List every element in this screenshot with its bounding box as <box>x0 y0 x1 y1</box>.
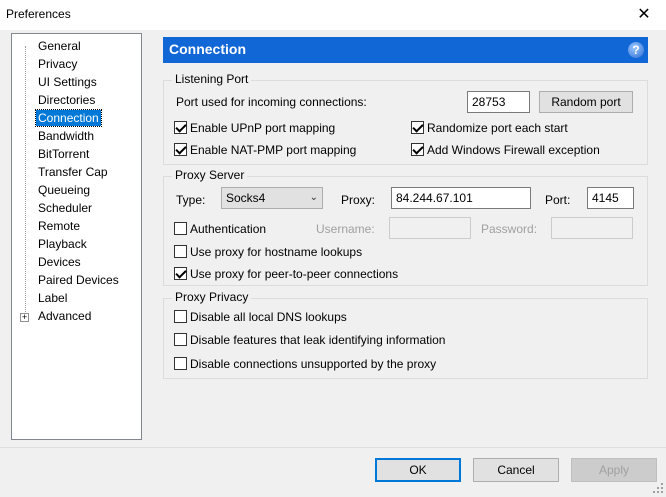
disable-unsupported-label: Disable connections unsupported by the p… <box>190 357 437 371</box>
incoming-port-label: Port used for incoming connections: <box>176 95 367 109</box>
tree-item-advanced[interactable]: Advanced <box>36 308 93 324</box>
expand-plus-icon[interactable]: + <box>20 313 29 322</box>
natpmp-label: Enable NAT-PMP port mapping <box>190 143 357 157</box>
random-port-button[interactable]: Random port <box>539 91 633 113</box>
window-title: Preferences <box>6 7 71 21</box>
upnp-label: Enable UPnP port mapping <box>190 121 336 135</box>
tree-item-remote[interactable]: Remote <box>36 218 82 234</box>
proxy-host-label: Proxy: <box>341 193 376 207</box>
proxy-type-value: Socks4 <box>226 191 266 205</box>
upnp-checkbox[interactable] <box>174 121 187 134</box>
help-icon[interactable]: ? <box>628 42 644 58</box>
hostname-lookups-checkbox[interactable] <box>174 245 187 258</box>
section-title: Connection <box>169 41 246 57</box>
tree-item-bandwidth[interactable]: Bandwidth <box>36 128 96 144</box>
password-input <box>551 217 633 239</box>
ok-button[interactable]: OK <box>375 458 461 482</box>
disable-leak-label: Disable features that leak identifying i… <box>190 333 446 347</box>
tree-guide-line <box>25 46 26 318</box>
username-label: Username: <box>316 222 375 236</box>
tree-item-queueing[interactable]: Queueing <box>36 182 92 198</box>
tree-item-label[interactable]: Label <box>36 290 69 306</box>
tree-item-privacy[interactable]: Privacy <box>36 56 79 72</box>
tree-item-directories[interactable]: Directories <box>36 92 97 108</box>
hostname-lookups-label: Use proxy for hostname lookups <box>190 245 363 259</box>
tree-item-ui-settings[interactable]: UI Settings <box>36 74 99 90</box>
dialog-footer <box>0 447 666 497</box>
authentication-label: Authentication <box>190 222 267 236</box>
firewall-label: Add Windows Firewall exception <box>427 143 600 157</box>
proxy-port-label: Port: <box>545 193 571 207</box>
incoming-port-input[interactable]: 28753 <box>467 91 530 113</box>
randomize-port-checkbox[interactable] <box>411 121 424 134</box>
tree-item-connection[interactable]: Connection <box>35 109 102 127</box>
category-tree[interactable]: General Privacy UI Settings Directories … <box>11 33 142 440</box>
peer-connections-checkbox[interactable] <box>174 267 187 280</box>
disable-leak-checkbox[interactable] <box>174 333 187 346</box>
tree-item-devices[interactable]: Devices <box>36 254 83 270</box>
apply-button[interactable]: Apply <box>571 458 657 482</box>
disable-dns-checkbox[interactable] <box>174 310 187 323</box>
resize-grip-icon[interactable] <box>652 482 664 494</box>
peer-connections-label: Use proxy for peer-to-peer connections <box>190 267 399 281</box>
authentication-checkbox[interactable] <box>174 222 187 235</box>
group-label-proxy-server: Proxy Server <box>172 168 248 182</box>
disable-unsupported-checkbox[interactable] <box>174 357 187 370</box>
password-label: Password: <box>481 222 538 236</box>
randomize-port-label: Randomize port each start <box>427 121 568 135</box>
tree-item-bittorrent[interactable]: BitTorrent <box>36 146 91 162</box>
title-bar: Preferences ✕ <box>0 0 666 30</box>
section-header: Connection ? <box>163 37 648 63</box>
proxy-type-label: Type: <box>176 193 206 207</box>
proxy-port-input[interactable]: 4145 <box>587 187 634 209</box>
close-icon[interactable]: ✕ <box>628 3 660 27</box>
cancel-button[interactable]: Cancel <box>473 458 559 482</box>
natpmp-checkbox[interactable] <box>174 143 187 156</box>
proxy-type-select[interactable]: Socks4 ⌄ <box>221 187 323 209</box>
tree-item-scheduler[interactable]: Scheduler <box>36 200 94 216</box>
group-label-listening-port: Listening Port <box>172 72 252 86</box>
group-label-proxy-privacy: Proxy Privacy <box>172 290 252 304</box>
disable-dns-label: Disable all local DNS lookups <box>190 310 347 324</box>
chevron-down-icon: ⌄ <box>309 192 318 203</box>
username-input <box>389 217 471 239</box>
proxy-host-input[interactable]: 84.244.67.101 <box>391 187 531 209</box>
tree-item-paired-devices[interactable]: Paired Devices <box>36 272 121 288</box>
tree-item-general[interactable]: General <box>36 38 83 54</box>
tree-item-transfer-cap[interactable]: Transfer Cap <box>36 164 110 180</box>
tree-item-playback[interactable]: Playback <box>36 236 89 252</box>
firewall-checkbox[interactable] <box>411 143 424 156</box>
